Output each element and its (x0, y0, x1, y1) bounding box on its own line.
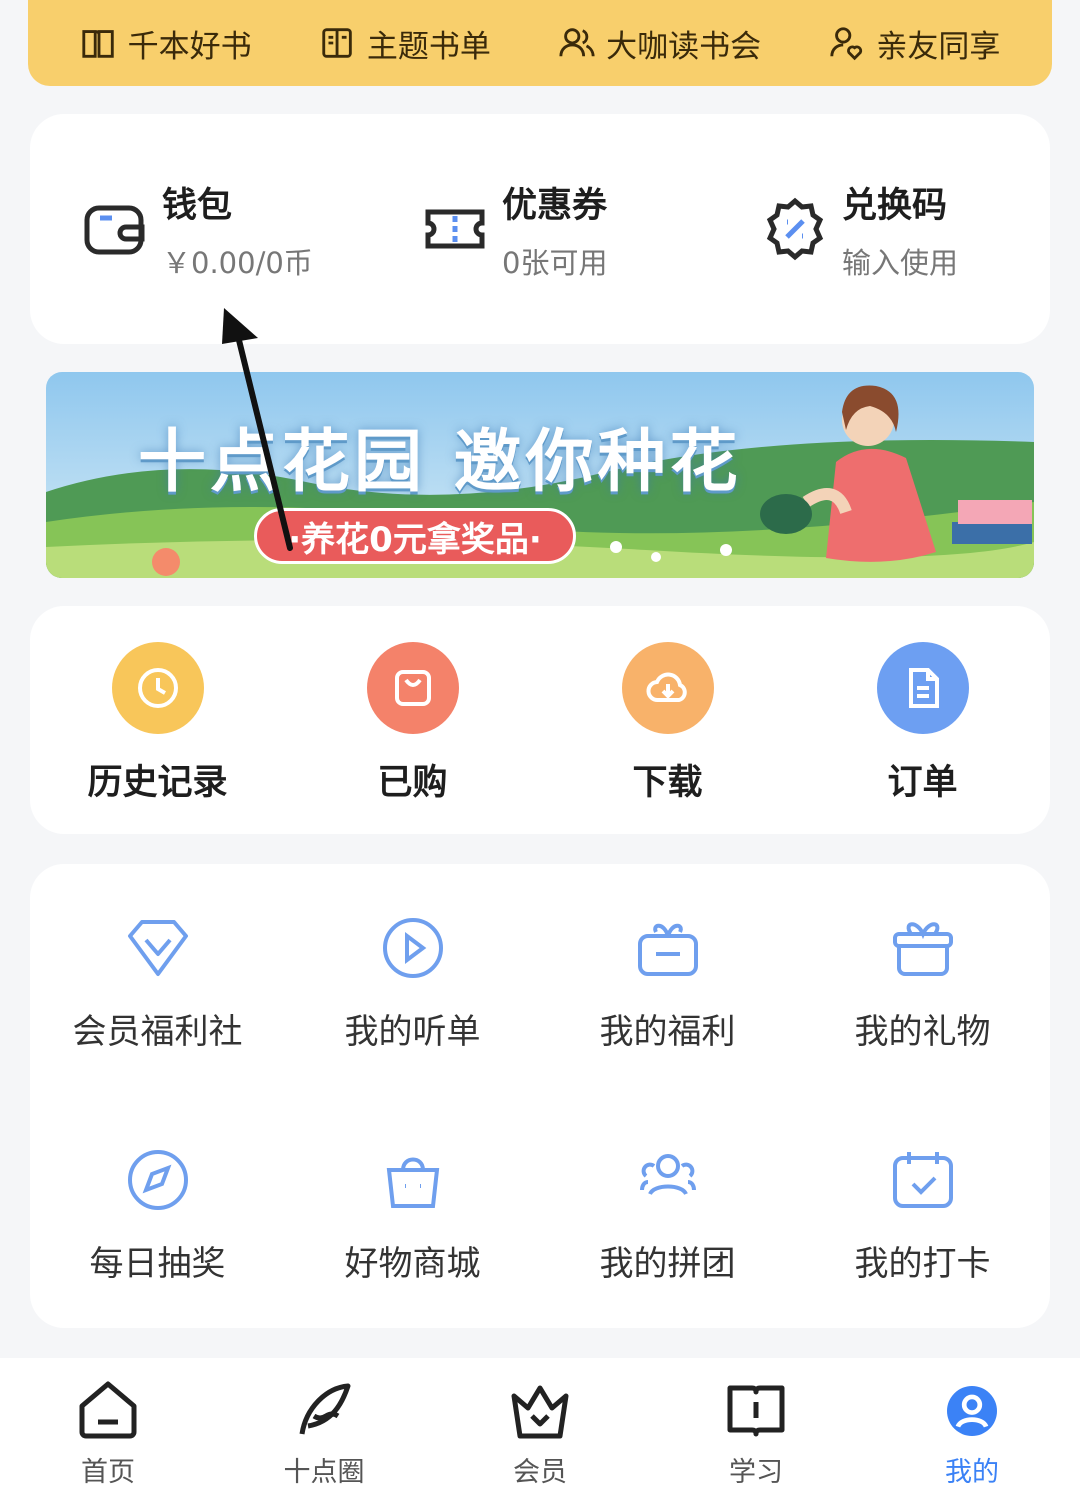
quick-icon-circle (366, 642, 459, 734)
book-open-icon (82, 30, 114, 58)
nav-label: 学习 (729, 1457, 783, 1488)
quick-download[interactable]: 下载 (540, 606, 795, 834)
quick-purchased[interactable]: 已购 (285, 606, 540, 834)
wallet-entry[interactable]: 钱包 ￥0.00/0币 (30, 177, 370, 282)
service-member-welfare[interactable]: 会员福利社 (30, 864, 285, 1096)
compass-icon (127, 1150, 188, 1210)
cloud-download-icon (646, 672, 687, 702)
wallet-title: 钱包 (162, 185, 233, 226)
vip-item-label: 亲友同享 (876, 28, 1001, 65)
calendar-check-icon (892, 1152, 953, 1208)
coupon-title: 优惠券 (502, 185, 608, 226)
nav-label: 我的 (945, 1457, 999, 1488)
service-label: 会员福利社 (72, 1012, 243, 1052)
crown-icon (511, 1385, 569, 1439)
book-icon (727, 1385, 785, 1437)
nav-member[interactable]: 会员 (432, 1358, 648, 1500)
banner-title: 十点花园 邀你种花 (138, 423, 742, 502)
redeem-code-icon (766, 197, 824, 261)
quick-label: 订单 (887, 763, 958, 803)
coupon-entry[interactable]: 优惠券 0张可用 (370, 177, 710, 282)
quick-label: 下载 (632, 763, 703, 803)
vip-item-label: 主题书单 (366, 28, 491, 65)
nav-home[interactable]: 首页 (0, 1358, 216, 1500)
vip-item-label: 千本好书 (127, 28, 252, 65)
vip-item-label: 大咖读书会 (606, 28, 762, 65)
nav-label: 会员 (513, 1457, 567, 1488)
vip-item-family-share[interactable]: 亲友同享 (828, 21, 1000, 66)
feather-icon (299, 1383, 351, 1435)
service-my-playlist[interactable]: 我的听单 (285, 864, 540, 1096)
quick-icon-circle (876, 642, 969, 734)
vip-item-booklists[interactable]: 主题书单 (319, 21, 491, 66)
service-label: 我的拼团 (599, 1244, 736, 1284)
services-card: 会员福利社 我的听单 我的福利 我的礼物 每日抽奖 好物商城 我的拼团 我的打卡 (30, 864, 1050, 1328)
quick-history[interactable]: 历史记录 (30, 606, 285, 834)
profile-icon (947, 1386, 997, 1436)
service-goods-mall[interactable]: 好物商城 (285, 1096, 540, 1328)
group-icon (639, 1154, 696, 1196)
garden-promo-banner[interactable]: 十点花园 邀你种花 ·养花0元拿奖品· (46, 372, 1034, 578)
shop-bag-icon (386, 1157, 439, 1208)
quick-orders[interactable]: 订单 (795, 606, 1050, 834)
gift-box-icon (637, 923, 698, 976)
play-circle-icon (382, 918, 443, 978)
home-icon (79, 1381, 137, 1439)
quick-icon-circle (111, 642, 204, 734)
service-my-gifts[interactable]: 我的礼物 (795, 864, 1050, 1096)
coupon-count: 0张可用 (502, 245, 608, 280)
diamond-icon (127, 920, 188, 976)
quick-label: 历史记录 (87, 763, 228, 803)
wallet-icon (84, 205, 145, 255)
nav-study[interactable]: 学习 (648, 1358, 864, 1500)
service-label: 我的礼物 (854, 1012, 991, 1052)
service-group-buy[interactable]: 我的拼团 (540, 1096, 795, 1328)
service-label: 我的听单 (344, 1012, 481, 1052)
vip-item-reading-club[interactable]: 大咖读书会 (558, 21, 761, 66)
service-daily-lottery[interactable]: 每日抽奖 (30, 1096, 285, 1328)
users-icon (559, 28, 595, 57)
service-check-in[interactable]: 我的打卡 (795, 1096, 1050, 1328)
bottom-nav: 首页 十点圈 会员 学习 我的 (0, 1358, 1080, 1500)
booklist-icon (322, 28, 352, 58)
quick-actions-card: 历史记录 已购 下载 订单 (30, 606, 1050, 834)
quick-icon-circle (621, 642, 714, 734)
redeem-sub: 输入使用 (842, 245, 959, 280)
wallet-balance: ￥0.00/0币 (162, 245, 313, 280)
service-my-welfare[interactable]: 我的福利 (540, 864, 795, 1096)
banner-cta[interactable]: ·养花0元拿奖品· (254, 508, 576, 564)
redeem-code-entry[interactable]: 兑换码 输入使用 (710, 177, 1050, 282)
service-label: 我的打卡 (854, 1244, 991, 1284)
clock-icon (137, 668, 178, 708)
shopping-bag-icon (394, 670, 431, 706)
wallet-card: 钱包 ￥0.00/0币 优惠券 0张可用 兑换码 输入使用 (30, 114, 1050, 344)
coupon-icon (425, 209, 485, 249)
vip-item-books[interactable]: 千本好书 (80, 21, 252, 66)
quick-label: 已购 (377, 763, 448, 803)
user-heart-icon (830, 27, 863, 61)
redeem-title: 兑换码 (842, 185, 948, 226)
nav-label: 首页 (81, 1457, 135, 1488)
member-benefits-strip: 千本好书 主题书单 大咖读书会 亲友同享 (28, 0, 1052, 86)
nav-mine[interactable]: 我的 (864, 1358, 1080, 1500)
document-icon (908, 668, 939, 708)
present-icon (892, 922, 953, 976)
nav-circle[interactable]: 十点圈 (216, 1358, 432, 1500)
service-label: 每日抽奖 (89, 1244, 226, 1284)
service-label: 好物商城 (344, 1244, 481, 1284)
nav-label: 十点圈 (283, 1457, 365, 1488)
service-label: 我的福利 (599, 1012, 736, 1052)
